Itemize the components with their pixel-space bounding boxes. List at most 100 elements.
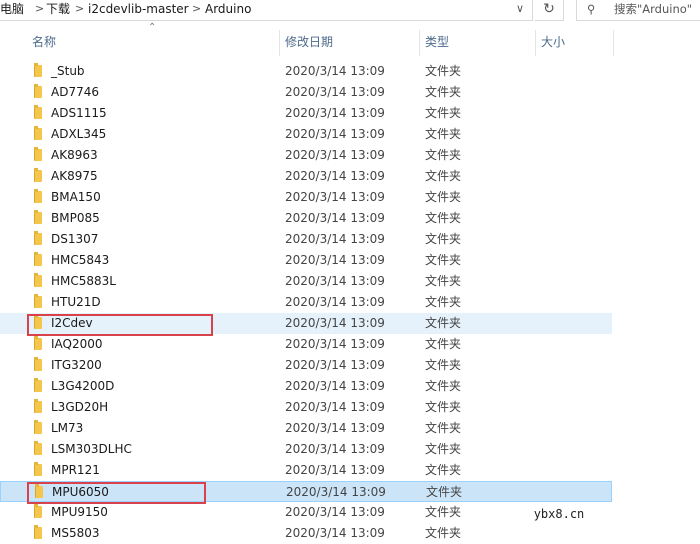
file-name: L3GD20H <box>51 400 109 414</box>
breadcrumb-arduino[interactable]: Arduino <box>205 0 251 18</box>
list-item[interactable]: AD7746 2020/3/14 13:09 文件夹 <box>0 82 612 103</box>
column-header: ⌃ 名称 修改日期 类型 大小 <box>0 22 620 58</box>
column-size[interactable]: 大小 <box>541 34 565 56</box>
file-type: 文件夹 <box>425 127 462 141</box>
list-item[interactable]: LM73 2020/3/14 13:09 文件夹 <box>0 418 612 439</box>
column-name[interactable]: 名称 <box>32 34 56 56</box>
list-item[interactable]: DS1307 2020/3/14 13:09 文件夹 <box>0 229 612 250</box>
file-name: _Stub <box>51 64 85 78</box>
list-item[interactable]: L3G4200D 2020/3/14 13:09 文件夹 <box>0 376 612 397</box>
file-type: 文件夹 <box>425 253 462 267</box>
file-type: 文件夹 <box>425 316 462 330</box>
column-divider[interactable] <box>613 30 614 56</box>
breadcrumb-computer[interactable]: 电脑 <box>0 0 24 18</box>
breadcrumb-downloads[interactable]: 下载 <box>46 0 70 18</box>
search-input[interactable]: ⚲ 搜索"Arduino" <box>576 0 700 21</box>
file-name: AK8963 <box>51 148 98 162</box>
list-item[interactable]: HMC5843 2020/3/14 13:09 文件夹 <box>0 250 612 271</box>
folder-icon <box>34 525 42 539</box>
list-item[interactable]: ADXL345 2020/3/14 13:09 文件夹 <box>0 124 612 145</box>
file-name: HMC5843 <box>51 253 110 267</box>
list-item[interactable]: IAQ2000 2020/3/14 13:09 文件夹 <box>0 334 612 355</box>
refresh-icon: ↻ <box>543 1 555 17</box>
file-type: 文件夹 <box>425 295 462 309</box>
file-type: 文件夹 <box>425 463 462 477</box>
file-type: 文件夹 <box>425 421 462 435</box>
chevron-right-icon: > <box>35 2 45 15</box>
folder-icon <box>34 210 42 224</box>
file-name: L3G4200D <box>51 379 115 393</box>
column-divider[interactable] <box>279 30 280 56</box>
column-type[interactable]: 类型 <box>425 34 449 56</box>
address-bar[interactable]: 电脑 > 下载 > i2cdevlib-master > Arduino ∨ <box>0 0 533 21</box>
column-divider[interactable] <box>535 30 536 56</box>
list-item[interactable]: HMC5883L 2020/3/14 13:09 文件夹 <box>0 271 612 292</box>
file-modified-date: 2020/3/14 13:09 <box>285 400 385 414</box>
sort-caret-icon: ⌃ <box>148 22 157 33</box>
file-name: AK8975 <box>51 169 98 183</box>
file-name: AD7746 <box>51 85 99 99</box>
list-item[interactable]: AK8975 2020/3/14 13:09 文件夹 <box>0 166 612 187</box>
list-item[interactable]: ITG3200 2020/3/14 13:09 文件夹 <box>0 355 612 376</box>
file-name: MPR121 <box>51 463 100 477</box>
file-type: 文件夹 <box>425 337 462 351</box>
folder-icon <box>34 63 42 77</box>
file-modified-date: 2020/3/14 13:09 <box>285 106 385 120</box>
search-icon: ⚲ <box>587 2 596 16</box>
list-item[interactable]: AK8963 2020/3/14 13:09 文件夹 <box>0 145 612 166</box>
folder-icon <box>34 462 42 476</box>
file-modified-date: 2020/3/14 13:09 <box>286 485 386 499</box>
file-modified-date: 2020/3/14 13:09 <box>285 190 385 204</box>
file-name: LM73 <box>51 421 84 435</box>
file-modified-date: 2020/3/14 13:09 <box>285 253 385 267</box>
file-type: 文件夹 <box>426 485 463 499</box>
column-divider[interactable] <box>419 30 420 56</box>
file-name: MS5803 <box>51 526 100 540</box>
list-item[interactable]: BMP085 2020/3/14 13:09 文件夹 <box>0 208 612 229</box>
file-modified-date: 2020/3/14 13:09 <box>285 64 385 78</box>
file-type: 文件夹 <box>425 148 462 162</box>
file-modified-date: 2020/3/14 13:09 <box>285 505 385 519</box>
folder-icon <box>34 441 42 455</box>
list-item[interactable]: L3GD20H 2020/3/14 13:09 文件夹 <box>0 397 612 418</box>
list-item[interactable]: BMA150 2020/3/14 13:09 文件夹 <box>0 187 612 208</box>
list-item[interactable]: HTU21D 2020/3/14 13:09 文件夹 <box>0 292 612 313</box>
file-modified-date: 2020/3/14 13:09 <box>285 274 385 288</box>
file-type: 文件夹 <box>425 64 462 78</box>
file-type: 文件夹 <box>425 379 462 393</box>
file-modified-date: 2020/3/14 13:09 <box>285 463 385 477</box>
folder-icon <box>34 147 42 161</box>
chevron-down-icon[interactable]: ∨ <box>510 0 530 20</box>
column-date[interactable]: 修改日期 <box>285 34 333 56</box>
file-name: HTU21D <box>51 295 101 309</box>
list-item[interactable]: ADS1115 2020/3/14 13:09 文件夹 <box>0 103 612 124</box>
list-item[interactable]: MS5803 2020/3/14 13:09 文件夹 <box>0 523 612 544</box>
file-name: BMA150 <box>51 190 101 204</box>
refresh-button[interactable]: ↻ <box>535 0 564 21</box>
file-type: 文件夹 <box>425 190 462 204</box>
file-modified-date: 2020/3/14 13:09 <box>285 421 385 435</box>
file-modified-date: 2020/3/14 13:09 <box>285 232 385 246</box>
file-modified-date: 2020/3/14 13:09 <box>285 379 385 393</box>
file-name: ADS1115 <box>51 106 107 120</box>
folder-icon <box>34 84 42 98</box>
folder-icon <box>34 168 42 182</box>
list-item[interactable]: _Stub 2020/3/14 13:09 文件夹 <box>0 61 612 82</box>
highlight-box <box>27 314 213 336</box>
list-item[interactable]: MPR121 2020/3/14 13:09 文件夹 <box>0 460 612 481</box>
watermark: ybx8.cn <box>519 503 599 525</box>
breadcrumb-i2cdevlib-master[interactable]: i2cdevlib-master <box>88 0 189 18</box>
folder-icon <box>34 336 42 350</box>
highlight-box <box>27 482 206 504</box>
file-name: MPU9150 <box>51 505 108 519</box>
file-modified-date: 2020/3/14 13:09 <box>285 358 385 372</box>
file-type: 文件夹 <box>425 526 462 540</box>
file-name: HMC5883L <box>51 274 116 288</box>
file-name: ITG3200 <box>51 358 102 372</box>
file-modified-date: 2020/3/14 13:09 <box>285 316 385 330</box>
list-item[interactable]: LSM303DLHC 2020/3/14 13:09 文件夹 <box>0 439 612 460</box>
folder-icon <box>34 504 42 518</box>
file-modified-date: 2020/3/14 13:09 <box>285 169 385 183</box>
file-type: 文件夹 <box>425 232 462 246</box>
file-type: 文件夹 <box>425 169 462 183</box>
